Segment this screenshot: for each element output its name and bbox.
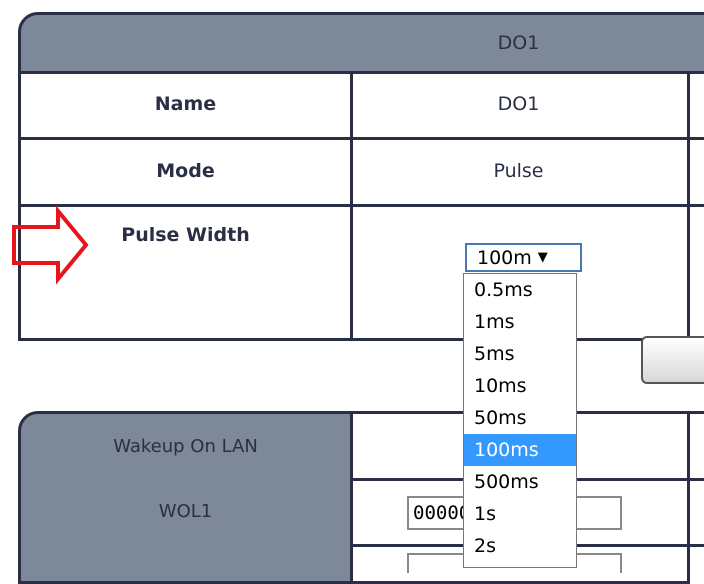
mode-next-cell	[687, 137, 704, 207]
header-next-cell	[687, 12, 704, 74]
pulse-width-selected: 100m	[477, 246, 532, 269]
wol-header-cell: Wakeup On LAN	[18, 411, 353, 481]
option-1ms[interactable]: 1ms	[464, 306, 576, 338]
name-label-cell: Name	[18, 71, 353, 140]
wol-header-label: Wakeup On LAN	[113, 435, 258, 457]
mode-label: Mode	[156, 159, 215, 182]
red-arrow-icon	[12, 205, 89, 285]
pulse-width-label: Pulse Width	[121, 224, 250, 246]
mode-label-cell: Mode	[18, 137, 353, 207]
pulse-width-dropdown[interactable]: 0.5ms 1ms 5ms 10ms 50ms 100ms 500ms 1s 2…	[463, 273, 577, 568]
name-value: DO1	[497, 93, 540, 115]
option-10ms[interactable]: 10ms	[464, 370, 576, 402]
header-do1-label: DO1	[497, 32, 540, 54]
pulse-width-select[interactable]: 100m ▼	[465, 243, 582, 272]
name-label: Name	[154, 93, 217, 115]
pulse-width-next-cell	[687, 204, 704, 341]
option-5ms[interactable]: 5ms	[464, 338, 576, 370]
wol2-label-cell	[18, 544, 353, 584]
option-50ms[interactable]: 50ms	[464, 402, 576, 434]
name-value-cell: DO1	[350, 71, 690, 140]
mode-value: Pulse	[493, 159, 544, 182]
wol1-label-cell: WOL1	[18, 478, 353, 547]
option-500ms[interactable]: 500ms	[464, 466, 576, 498]
option-0-5ms[interactable]: 0.5ms	[464, 274, 576, 306]
wol1-label: WOL1	[158, 500, 213, 522]
name-next-cell	[687, 71, 704, 140]
option-2s[interactable]: 2s	[464, 530, 576, 562]
mode-value-cell: Pulse	[350, 137, 690, 207]
header-do1-cell: DO1	[350, 12, 690, 74]
do-settings-table: DO1 Name DO1 Mode Pulse Pulse Width	[18, 12, 704, 341]
option-100ms[interactable]: 100ms	[464, 434, 576, 466]
caret-down-icon: ▼	[537, 250, 548, 265]
option-1s[interactable]: 1s	[464, 498, 576, 530]
header-empty-cell	[18, 12, 353, 74]
wol-header-next-cell	[687, 411, 704, 481]
wol1-next-cell	[687, 478, 704, 547]
submit-button[interactable]	[641, 336, 704, 384]
